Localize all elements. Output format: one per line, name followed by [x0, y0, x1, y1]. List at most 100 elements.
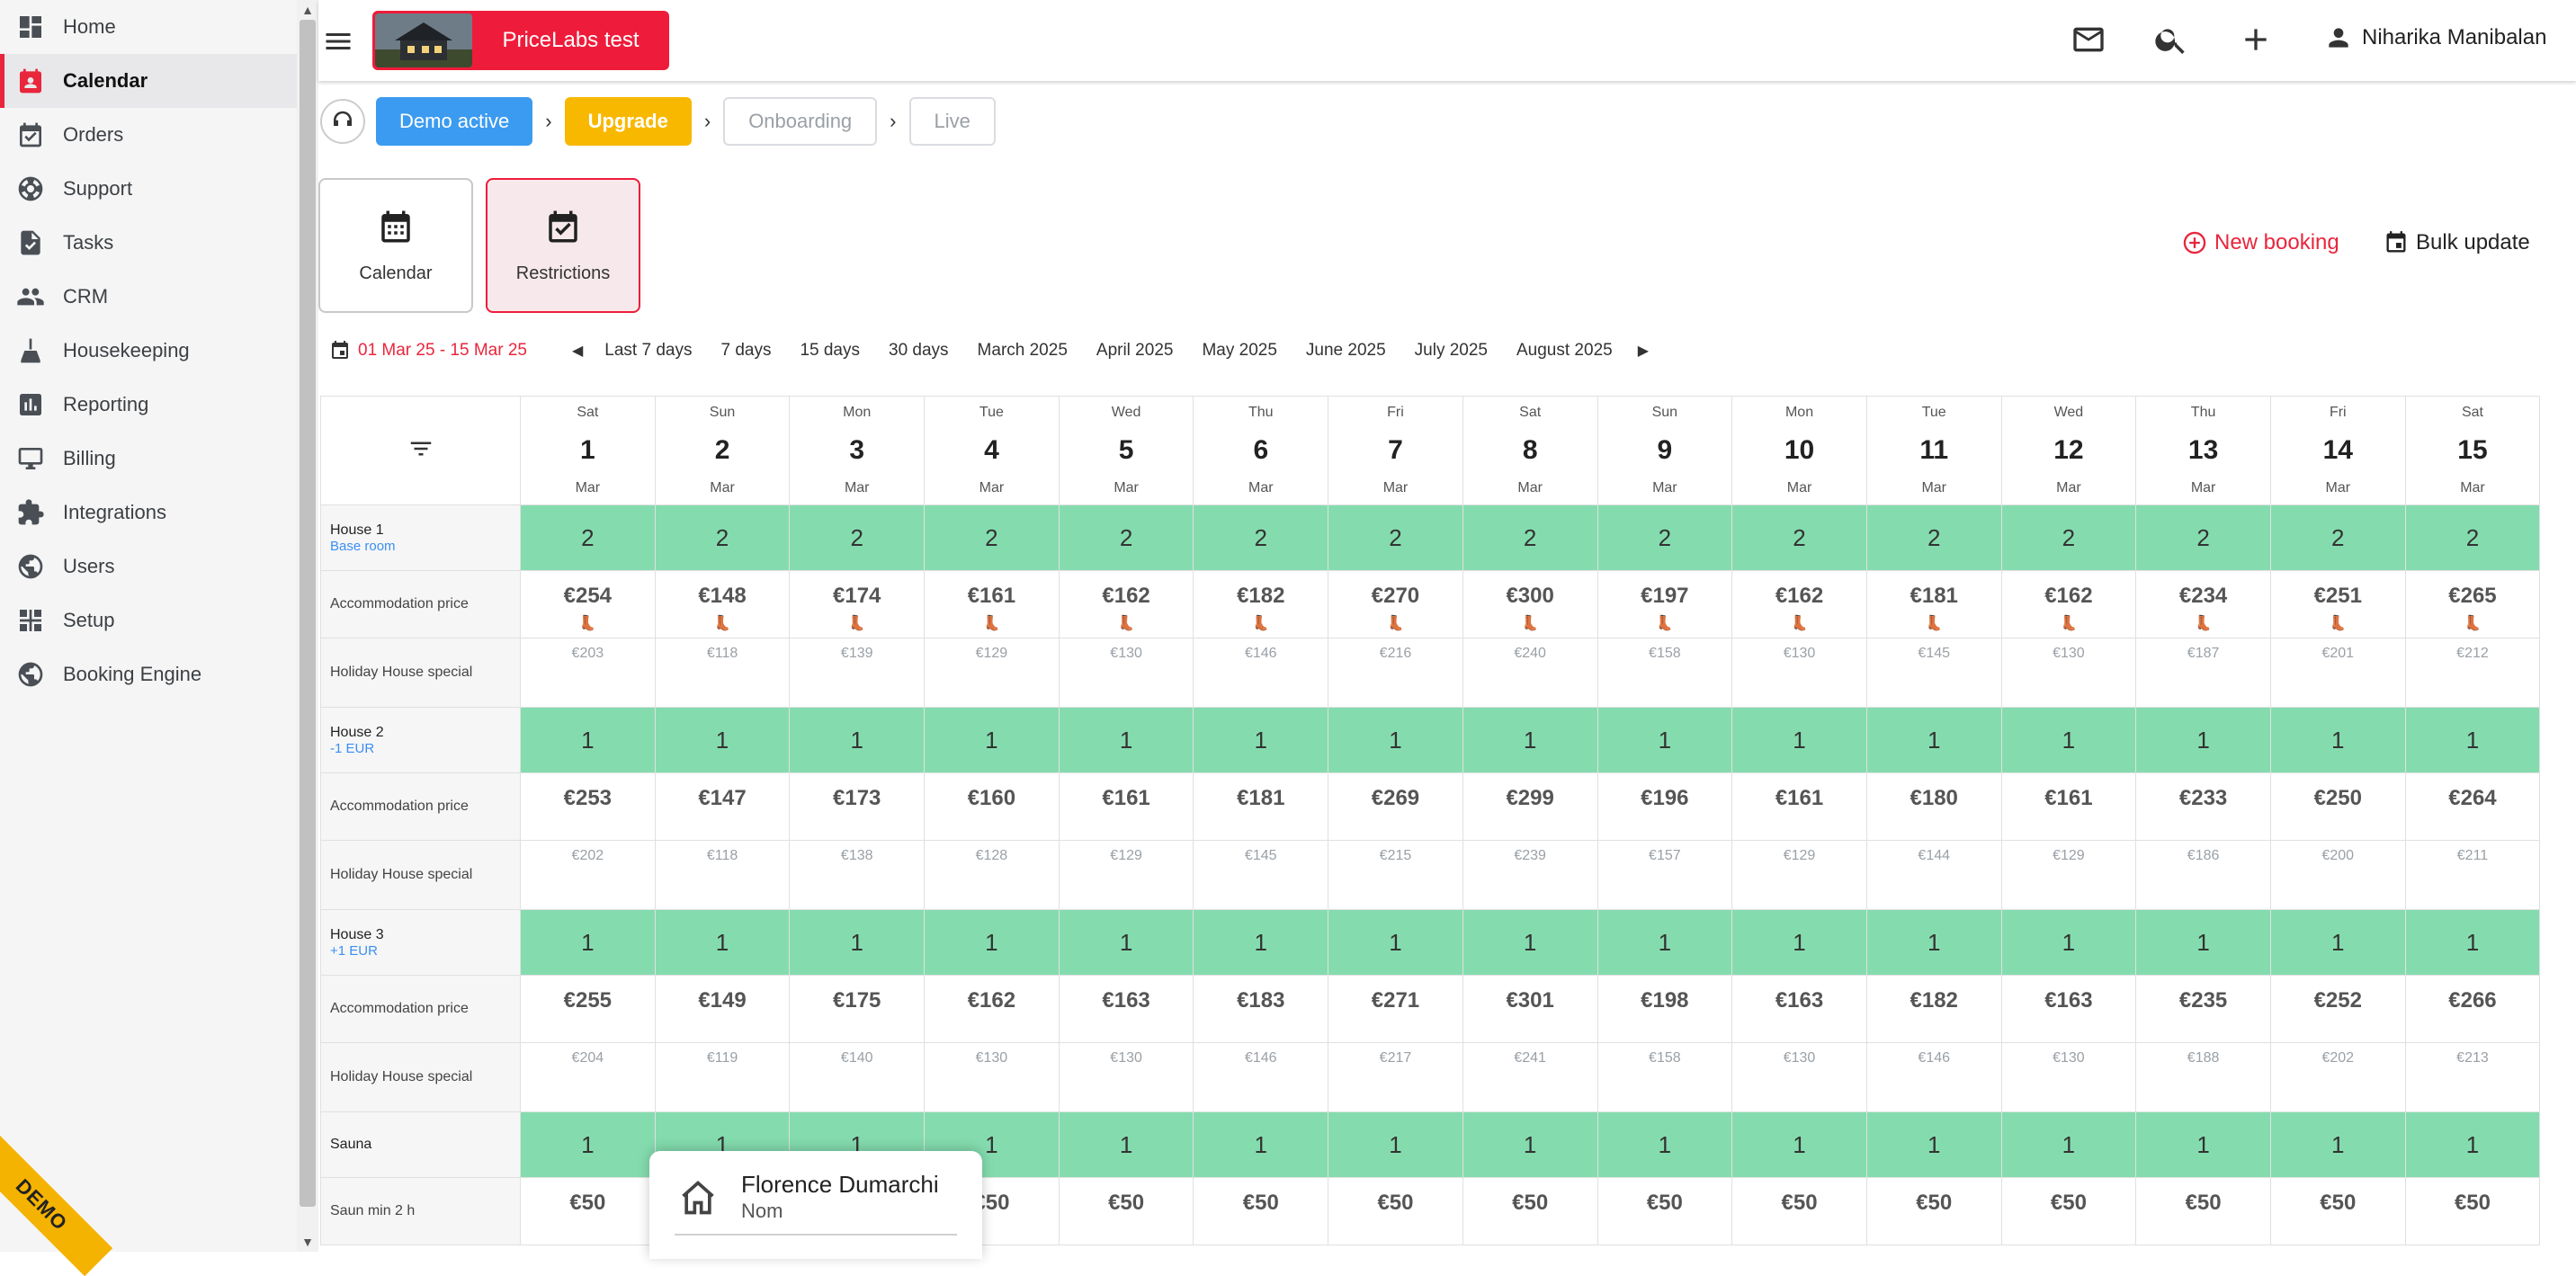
- availability-cell[interactable]: 1: [789, 707, 926, 773]
- special-price-cell[interactable]: €118: [654, 638, 791, 708]
- price-cell[interactable]: €163: [1058, 975, 1194, 1043]
- price-cell[interactable]: €162: [924, 975, 1060, 1043]
- search-icon[interactable]: [2153, 22, 2189, 58]
- special-price-cell[interactable]: €130: [2000, 638, 2137, 708]
- availability-cell[interactable]: 1: [924, 909, 1060, 976]
- room-label[interactable]: House 3 +1 EUR: [320, 909, 521, 976]
- sidebar-item-setup[interactable]: Setup: [0, 593, 297, 647]
- price-cell[interactable]: €266: [2404, 975, 2541, 1043]
- special-price-cell[interactable]: €240: [1462, 638, 1598, 708]
- price-cell[interactable]: €196: [1597, 772, 1733, 841]
- date-header-cell[interactable]: Wed 12 Mar: [2000, 396, 2137, 505]
- special-price-cell[interactable]: €145: [1193, 840, 1329, 910]
- special-price-cell[interactable]: €200: [2269, 840, 2406, 910]
- price-cell[interactable]: €174 👢: [789, 570, 926, 638]
- availability-cell[interactable]: 1: [654, 909, 791, 976]
- availability-cell[interactable]: 1: [1731, 1111, 1867, 1178]
- availability-cell[interactable]: 1: [1328, 707, 1463, 773]
- special-price-cell[interactable]: €212: [2404, 638, 2541, 708]
- availability-cell[interactable]: 1: [2269, 909, 2406, 976]
- availability-cell[interactable]: 1: [1597, 909, 1733, 976]
- availability-cell[interactable]: 2: [1597, 504, 1733, 571]
- availability-cell[interactable]: 1: [2000, 1111, 2137, 1178]
- sidebar-item-home[interactable]: Home: [0, 0, 297, 54]
- price-cell[interactable]: €250: [2269, 772, 2406, 841]
- availability-cell[interactable]: 2: [789, 504, 926, 571]
- price-cell[interactable]: €50: [2269, 1177, 2406, 1245]
- price-cell[interactable]: €148 👢: [654, 570, 791, 638]
- date-header-cell[interactable]: Mon 3 Mar: [789, 396, 926, 505]
- price-cell[interactable]: €183: [1193, 975, 1329, 1043]
- price-cell[interactable]: €235: [2135, 975, 2271, 1043]
- guest-popup[interactable]: Florence Dumarchi Nom: [649, 1151, 982, 1259]
- availability-cell[interactable]: 2: [1462, 504, 1598, 571]
- availability-cell[interactable]: 1: [1058, 909, 1194, 976]
- price-cell[interactable]: €233: [2135, 772, 2271, 841]
- special-price-cell[interactable]: €129: [1731, 840, 1867, 910]
- special-price-cell[interactable]: €139: [789, 638, 926, 708]
- availability-cell[interactable]: 1: [2135, 707, 2271, 773]
- scroll-down-arrow-icon[interactable]: ▼: [300, 1234, 316, 1250]
- price-cell[interactable]: €161 👢: [924, 570, 1060, 638]
- price-cell[interactable]: €181: [1193, 772, 1329, 841]
- sidebar-item-billing[interactable]: Billing: [0, 432, 297, 486]
- price-cell[interactable]: €197 👢: [1597, 570, 1733, 638]
- step-demo-active[interactable]: Demo active: [376, 97, 533, 146]
- support-agent-icon[interactable]: [320, 99, 365, 144]
- availability-cell[interactable]: 1: [1193, 1111, 1329, 1178]
- availability-cell[interactable]: 1: [2135, 909, 2271, 976]
- availability-cell[interactable]: 1: [1731, 707, 1867, 773]
- special-price-cell[interactable]: €211: [2404, 840, 2541, 910]
- date-header-cell[interactable]: Thu 13 Mar: [2135, 396, 2271, 505]
- price-cell[interactable]: €162 👢: [1058, 570, 1194, 638]
- special-price-cell[interactable]: €216: [1328, 638, 1463, 708]
- special-price-cell[interactable]: €140: [789, 1042, 926, 1112]
- price-cell[interactable]: €163: [1731, 975, 1867, 1043]
- availability-cell[interactable]: 1: [2000, 707, 2137, 773]
- sidebar-item-calendar[interactable]: Calendar: [0, 54, 297, 108]
- special-price-cell[interactable]: €202: [2269, 1042, 2406, 1112]
- availability-cell[interactable]: 1: [1865, 1111, 2002, 1178]
- price-cell[interactable]: €147: [654, 772, 791, 841]
- availability-cell[interactable]: 1: [2269, 707, 2406, 773]
- availability-cell[interactable]: 1: [2404, 707, 2541, 773]
- price-cell[interactable]: €50: [1865, 1177, 2002, 1245]
- sidebar-scrollbar-thumb[interactable]: [300, 20, 316, 1207]
- property-switcher[interactable]: PriceLabs test: [372, 11, 669, 70]
- sidebar-item-housekeeping[interactable]: Housekeeping: [0, 324, 297, 378]
- price-cell[interactable]: €198: [1597, 975, 1733, 1043]
- price-cell[interactable]: €300 👢: [1462, 570, 1598, 638]
- availability-cell[interactable]: 1: [1462, 1111, 1598, 1178]
- special-price-cell[interactable]: €201: [2269, 638, 2406, 708]
- availability-cell[interactable]: 2: [520, 504, 656, 571]
- range-option[interactable]: May 2025: [1202, 341, 1276, 361]
- special-price-cell[interactable]: €188: [2135, 1042, 2271, 1112]
- special-price-cell[interactable]: €144: [1865, 840, 2002, 910]
- availability-cell[interactable]: 1: [1462, 909, 1598, 976]
- room-label[interactable]: House 2 -1 EUR: [320, 707, 521, 773]
- price-cell[interactable]: €161: [1731, 772, 1867, 841]
- price-cell[interactable]: €50: [2000, 1177, 2137, 1245]
- range-option[interactable]: April 2025: [1096, 341, 1174, 361]
- availability-cell[interactable]: 2: [1058, 504, 1194, 571]
- special-price-cell[interactable]: €118: [654, 840, 791, 910]
- price-cell[interactable]: €270 👢: [1328, 570, 1463, 638]
- date-header-cell[interactable]: Fri 7 Mar: [1328, 396, 1463, 505]
- availability-cell[interactable]: 1: [520, 909, 656, 976]
- price-cell[interactable]: €149: [654, 975, 791, 1043]
- price-cell[interactable]: €253: [520, 772, 656, 841]
- special-price-cell[interactable]: €129: [924, 638, 1060, 708]
- scroll-up-arrow-icon[interactable]: ▲: [300, 2, 316, 18]
- price-cell[interactable]: €163: [2000, 975, 2137, 1043]
- availability-cell[interactable]: 2: [2269, 504, 2406, 571]
- room-label[interactable]: House 1 Base room: [320, 504, 521, 571]
- restrictions-view-button[interactable]: Restrictions: [486, 178, 640, 313]
- availability-cell[interactable]: 2: [2000, 504, 2137, 571]
- price-cell[interactable]: €50: [1193, 1177, 1329, 1245]
- special-price-cell[interactable]: €130: [1731, 638, 1867, 708]
- price-cell[interactable]: €254 👢: [520, 570, 656, 638]
- date-header-cell[interactable]: Tue 11 Mar: [1865, 396, 2002, 505]
- availability-cell[interactable]: 1: [1865, 909, 2002, 976]
- price-cell[interactable]: €264: [2404, 772, 2541, 841]
- special-price-cell[interactable]: €129: [1058, 840, 1194, 910]
